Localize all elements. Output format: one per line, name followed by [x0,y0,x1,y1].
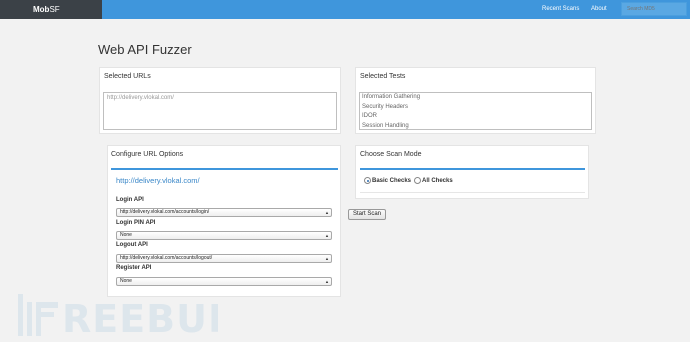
test-option[interactable]: Session Handling [360,122,591,130]
search-input[interactable] [621,2,687,16]
all-checks-label: All Checks [422,177,453,184]
test-option[interactable]: IDOR [360,112,591,122]
logout-api-select[interactable]: http://delivery.vlokal.com/accounts/logo… [116,254,332,263]
scan-mode-panel: Choose Scan Mode Basic Checks All Checks [355,145,589,199]
login-api-value: http://delivery.vlokal.com/accounts/logi… [120,209,210,215]
login-pin-api-value: None [120,232,132,238]
select-arrow-icon: ▲︎ [325,210,329,215]
scan-mode-divider [360,168,585,170]
login-pin-api-select[interactable]: None ▲︎ [116,231,332,240]
register-api-value: None [120,278,132,284]
scan-mode-title: Choose Scan Mode [360,151,422,158]
nav-recent-scans-link[interactable]: Recent Scans [542,0,579,19]
selected-urls-title: Selected URLs [104,73,151,80]
scan-mode-bottom-divider [360,192,585,193]
selected-urls-textarea[interactable]: http://delivery.vlokal.com/ [103,92,337,130]
brand-bold-text: Mob [33,5,50,14]
freebuf-watermark-logo: REEBUF [18,294,218,336]
basic-checks-label: Basic Checks [372,177,412,184]
basic-checks-radio[interactable]: Basic Checks [364,177,411,184]
logout-api-value: http://delivery.vlokal.com/accounts/logo… [120,255,213,261]
url-options-divider [111,168,338,170]
register-api-select[interactable]: None ▲︎ [116,277,332,286]
brand-logo[interactable]: MobSF [0,0,102,19]
watermark-text: REEBUF [62,297,218,336]
selected-tests-panel: Selected Tests Information Gathering Sec… [355,67,596,134]
test-option[interactable]: Information Gathering [360,93,591,103]
login-api-label: Login API [116,197,144,203]
logout-api-label: Logout API [116,242,148,248]
test-option[interactable]: Security Headers [360,103,591,113]
select-arrow-icon: ▲︎ [325,233,329,238]
login-api-select[interactable]: http://delivery.vlokal.com/accounts/logi… [116,208,332,217]
url-options-title: Configure URL Options [111,151,184,158]
url-options-panel: Configure URL Options http://delivery.vl… [107,145,341,297]
all-checks-radio[interactable]: All Checks [414,177,453,184]
radio-selected-icon[interactable] [364,177,371,184]
select-arrow-icon: ▲︎ [325,279,329,284]
brand-rest-text: SF [49,5,60,14]
nav-about-link[interactable]: About [591,0,607,19]
selected-urls-panel: Selected URLs http://delivery.vlokal.com… [99,67,341,134]
login-pin-api-label: Login PIN API [116,220,156,226]
top-navbar: MobSF Recent Scans About [0,0,690,19]
select-arrow-icon: ▲︎ [325,256,329,261]
radio-unselected-icon[interactable] [414,177,421,184]
page-title: Web API Fuzzer [98,42,192,57]
url-link[interactable]: http://delivery.vlokal.com/ [116,176,200,185]
selected-tests-listbox[interactable]: Information Gathering Security Headers I… [359,92,592,130]
register-api-label: Register API [116,265,152,271]
selected-tests-title: Selected Tests [360,73,406,80]
start-scan-button[interactable]: Start Scan [348,209,386,220]
